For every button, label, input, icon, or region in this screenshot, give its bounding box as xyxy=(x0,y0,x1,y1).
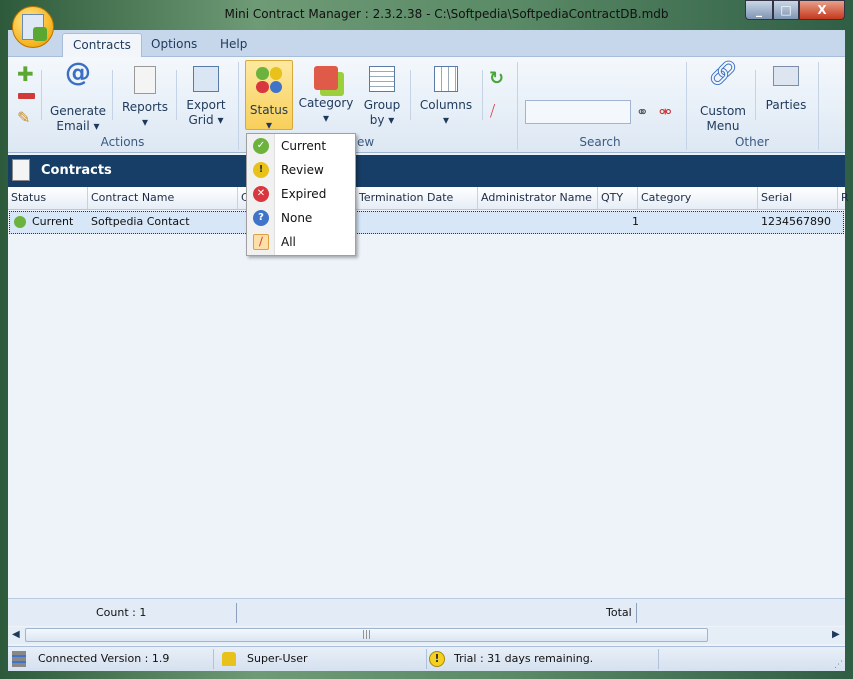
group-by-table-icon xyxy=(369,66,395,92)
status-bar: Connected Version : 1.9 Super-User ! Tri… xyxy=(8,646,845,671)
lock-icon xyxy=(222,652,236,666)
warning-icon: ! xyxy=(429,651,445,667)
window-controls: _ □ X xyxy=(745,0,845,20)
columns-icon xyxy=(434,66,458,92)
current-user: Super-User xyxy=(247,652,308,665)
parties-button[interactable]: Parties xyxy=(762,66,810,113)
generate-email-button[interactable]: @ Generate Email ▾ xyxy=(50,58,106,134)
status-dropdown-menu: ✓ Current ! Review ✕ Expired ? None ⧸ All xyxy=(246,133,356,256)
cell-serial-number: 1234567890 xyxy=(761,215,831,228)
category-button[interactable]: Category ▾ xyxy=(298,66,354,126)
column-header-r[interactable]: R xyxy=(838,187,849,209)
contracts-panel-header: Contracts xyxy=(8,155,845,187)
column-header-termination-date[interactable]: Termination Date xyxy=(356,187,478,209)
close-button[interactable]: X xyxy=(799,0,845,20)
minimize-button[interactable]: _ xyxy=(745,0,773,20)
column-header-qty[interactable]: QTY xyxy=(598,187,638,209)
column-header-serial-number[interactable]: Serial Number xyxy=(758,187,838,225)
clear-search-icon[interactable]: ⚮ xyxy=(659,103,672,121)
panel-title: Contracts xyxy=(41,163,112,178)
add-icon[interactable]: ✚ xyxy=(17,62,34,86)
scroll-right-arrow[interactable]: ▶ xyxy=(832,629,840,640)
column-header-administrator-name[interactable]: Administrator Name xyxy=(478,187,598,209)
menu-item-current[interactable]: ✓ Current xyxy=(249,135,353,157)
cell-status: Current xyxy=(32,215,74,228)
menu-item-none[interactable]: ? None xyxy=(249,207,353,229)
trial-status: Trial : 31 days remaining. xyxy=(454,652,594,665)
menu-item-review[interactable]: ! Review xyxy=(249,159,353,181)
link-chain-icon: 🔗︎ xyxy=(707,59,739,87)
edit-pencil-icon[interactable]: ✎ xyxy=(17,108,30,127)
app-menu-button[interactable] xyxy=(12,6,54,48)
refresh-icon[interactable]: ↻ xyxy=(489,68,504,89)
tab-options[interactable]: Options xyxy=(141,33,207,57)
total-summary: Total xyxy=(606,606,632,619)
reports-button[interactable]: Reports ▾ xyxy=(120,66,170,130)
app-logo-icon xyxy=(22,14,47,41)
warning-icon: ! xyxy=(253,162,269,178)
parties-card-icon xyxy=(773,66,799,86)
remove-icon[interactable] xyxy=(18,93,35,99)
menu-item-all[interactable]: ⧸ All xyxy=(249,231,353,253)
export-grid-button[interactable]: Export Grid ▾ xyxy=(184,66,228,128)
columns-button[interactable]: Columns ▾ xyxy=(418,66,474,128)
grid-footer: Count : 1 Total xyxy=(8,598,845,626)
contracts-document-icon xyxy=(12,159,30,181)
column-header-contract-name[interactable]: Contract Name xyxy=(88,187,238,209)
email-at-icon: @ xyxy=(65,58,91,88)
category-icon xyxy=(314,66,338,90)
count-summary: Count : 1 xyxy=(96,606,147,619)
group-by-button[interactable]: Group by ▾ xyxy=(360,66,404,128)
group-label-search: Search xyxy=(579,135,621,149)
maximize-button[interactable]: □ xyxy=(773,0,799,20)
x-icon: ✕ xyxy=(253,186,269,202)
database-icon xyxy=(12,651,26,667)
status-button[interactable]: Status ▾ xyxy=(245,60,293,132)
status-icons xyxy=(256,67,282,93)
cell-contract-name: Softpedia Contact xyxy=(91,215,190,228)
connected-version: Connected Version : 1.9 xyxy=(38,652,170,665)
tab-contracts[interactable]: Contracts xyxy=(62,33,142,57)
report-icon xyxy=(134,66,156,94)
column-header-status[interactable]: Status xyxy=(8,187,88,209)
column-header-category[interactable]: Category xyxy=(638,187,758,209)
clear-filter-icon: ⧸ xyxy=(253,234,269,250)
scroll-left-arrow[interactable]: ◀ xyxy=(12,629,20,640)
cell-qty: 1 xyxy=(632,215,639,228)
clear-filter-icon[interactable]: ⧸ xyxy=(490,102,495,120)
window-title: Mini Contract Manager : 2.3.2.38 - C:\So… xyxy=(224,7,669,21)
question-icon: ? xyxy=(253,210,269,226)
group-label-actions: Actions xyxy=(100,135,145,149)
resize-grip-icon[interactable]: ⋰ xyxy=(834,653,843,677)
custom-menu-button[interactable]: 🔗︎ Custom Menu xyxy=(695,59,751,134)
horizontal-scrollbar[interactable]: ◀ ||| ▶ xyxy=(8,627,845,644)
check-icon: ✓ xyxy=(253,138,269,154)
menu-item-expired[interactable]: ✕ Expired xyxy=(249,183,353,205)
scroll-thumb[interactable]: ||| xyxy=(25,628,708,642)
export-save-icon xyxy=(193,66,219,92)
current-status-icon xyxy=(14,216,26,228)
binoculars-search-icon[interactable]: ⚭ xyxy=(636,103,649,121)
table-row[interactable]: Current Softpedia Contact 1 1234567890 xyxy=(9,211,844,234)
search-input[interactable] xyxy=(525,100,631,124)
grid-header: Status Contract Name C Termination Date … xyxy=(8,187,849,225)
group-label-other: Other xyxy=(734,135,770,149)
tab-help[interactable]: Help xyxy=(210,33,257,57)
